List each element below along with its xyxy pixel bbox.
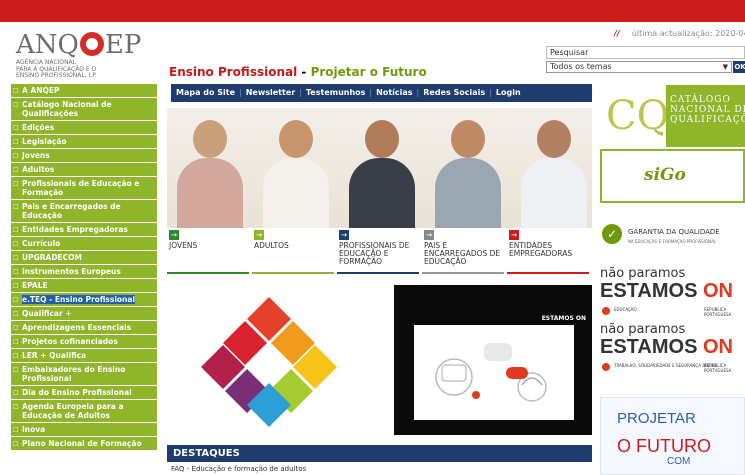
sidebar-item[interactable]: Instrumentos Europeus <box>11 265 157 279</box>
logo-wordmark: ANQ EP <box>16 30 142 60</box>
category-label: JOVENS <box>169 241 198 250</box>
checkmark-icon: ✓ <box>602 224 622 244</box>
destaque-item-faq[interactable]: FAQ - Educação e formação de adultos <box>171 465 306 473</box>
garantia-qualidade-banner[interactable]: ✓ GARANTIA DA QUALIDADE NA EDUCAÇÃO E FO… <box>600 222 745 250</box>
category-label: PAIS E ENCARREGADOS DE EDUCAÇÃO <box>424 241 501 266</box>
audience-categories: → JOVENS → ADULTOS → PROFISSIONAIS DE EDUCAÇÃ… <box>167 230 592 274</box>
sidebar-item[interactable]: Embaixadores do Ensino Profissional <box>11 363 157 386</box>
category-underline <box>252 272 334 274</box>
logo-subtitle: AGÊNCIA NACIONAL PARA A QUALIFICAÇÃO E O… <box>16 59 97 79</box>
sidebar-item[interactable]: Qualificar + <box>11 307 157 321</box>
cq-green-box: CATÁLOGO NACIONAL DE QUALIFICAÇÕES <box>666 85 745 147</box>
category-link[interactable]: → ADULTOS <box>252 230 334 274</box>
diamond-logo-icon <box>201 297 337 427</box>
photo-profissionais[interactable] <box>339 108 425 228</box>
anqep-diamond-graphic[interactable] <box>171 285 373 430</box>
category-link[interactable]: → ENTIDADES EMPREGADORAS <box>507 230 589 274</box>
search-input[interactable]: Pesquisar <box>546 46 745 59</box>
anqep-logo[interactable]: ANQ EP AGÊNCIA NACIONAL PARA A QUALIFICAÇ… <box>16 30 156 80</box>
arrow-right-icon: → <box>424 230 434 240</box>
category-label: ENTIDADES EMPREGADORAS <box>509 241 573 258</box>
nav-link[interactable]: Login <box>496 88 521 97</box>
update-slash-icon: // <box>614 29 620 38</box>
sidebar-item[interactable]: Legislação <box>11 135 157 149</box>
category-link[interactable]: → JOVENS <box>167 230 249 274</box>
photo-entidades[interactable] <box>511 108 592 228</box>
people-photo-strip <box>167 108 592 228</box>
arrow-right-icon: → <box>509 230 519 240</box>
destaques-header: DESTAQUES <box>167 445 592 462</box>
photo-pais[interactable] <box>425 108 511 228</box>
nav-separator: | <box>299 88 302 97</box>
sidebar-item[interactable]: Dia do Ensino Profissional <box>11 386 157 400</box>
video-illustration <box>414 325 574 420</box>
search-go-button[interactable]: OK <box>733 61 745 73</box>
sidebar-item[interactable]: Currículo <box>11 237 157 251</box>
arrow-right-icon: → <box>169 230 179 240</box>
sidebar-item[interactable]: Pais e Encarregados de Educação <box>11 200 157 223</box>
catalogo-banner[interactable]: CQ CATÁLOGO NACIONAL DE QUALIFICAÇÕES <box>600 85 745 147</box>
sidebar-item[interactable]: A ANQEP <box>11 84 157 98</box>
estamos-on-banner-trabalho[interactable]: não paramos ESTAMOS ON TRABALHO, SOLIDAR… <box>600 322 745 380</box>
top-red-bar <box>0 0 745 22</box>
sidebar-item[interactable]: Edições <box>11 121 157 135</box>
nav-link[interactable]: Notícias <box>376 88 412 97</box>
topic-select[interactable]: Todos os temas ▼ <box>546 61 732 73</box>
chat-illustration-icon <box>435 343 547 402</box>
sidebar-item[interactable]: Agenda Europeia para a Educação de Adult… <box>11 400 157 423</box>
sidebar-item[interactable]: Projetos cofinanciados <box>11 335 157 349</box>
category-underline <box>337 272 419 274</box>
photo-jovens[interactable] <box>167 108 253 228</box>
category-link[interactable]: → PROFISSIONAIS DE EDUCAÇÃO E FORMAÇÃO <box>337 230 419 274</box>
nav-separator: | <box>369 88 373 97</box>
arrow-right-icon: → <box>254 230 264 240</box>
top-navigation: Mapa do Site | Newsletter | Testemunhos | Notí… <box>171 84 592 102</box>
power-icon <box>602 307 610 315</box>
sidebar-item[interactable]: Adultos <box>11 163 157 177</box>
sidebar-item[interactable]: Inova <box>11 423 157 437</box>
sidebar-item[interactable]: Plano Nacional de Formação <box>11 437 157 451</box>
projetar-futuro-banner[interactable]: PROJETAR O FUTURO COM <box>600 397 745 475</box>
sidebar-menu: A ANQEPCatálogo Nacional de Qualificaçõe… <box>11 84 157 451</box>
nav-separator: | <box>489 88 492 97</box>
power-icon <box>602 363 610 371</box>
nav-link[interactable]: Mapa do Site <box>176 88 235 97</box>
cq-logo-mark: CQ <box>606 93 670 139</box>
nav-separator: | <box>416 88 420 97</box>
sidebar-item[interactable]: e.TEQ - Ensino Profissional <box>11 293 157 307</box>
category-label: ADULTOS <box>254 241 289 250</box>
nav-link[interactable]: Testemunhos <box>306 88 366 97</box>
nav-separator: | <box>239 88 242 97</box>
estamos-on-video[interactable]: ESTAMOS ON <box>394 285 592 435</box>
estamos-on-mini-logo: ESTAMOS ON <box>541 315 586 322</box>
estamos-on-banner-educacao[interactable]: não paramos ESTAMOS ON EDUCAÇÃO REPÚBLIC… <box>600 266 745 324</box>
category-underline <box>422 272 504 274</box>
category-link[interactable]: → PAIS E ENCARREGADOS DE EDUCAÇÃO <box>422 230 504 274</box>
sidebar-item[interactable]: Aprendizagens Essenciais <box>11 321 157 335</box>
sidebar-item[interactable]: Catálogo Nacional de Qualificações <box>11 98 157 121</box>
nav-link[interactable]: Newsletter <box>246 88 295 97</box>
sidebar-item[interactable]: Jovens <box>11 149 157 163</box>
sigo-banner[interactable]: siGo <box>600 149 745 203</box>
sidebar-item[interactable]: UPGRADECOM <box>11 251 157 265</box>
category-underline <box>507 272 589 274</box>
sidebar-item[interactable]: EPALE <box>11 279 157 293</box>
sidebar-item[interactable]: LER + Qualifica <box>11 349 157 363</box>
logo-q-mark <box>79 32 104 56</box>
nav-link[interactable]: Redes Sociais <box>423 88 485 97</box>
photo-adultos[interactable] <box>253 108 339 228</box>
arrow-right-icon: → <box>339 230 349 240</box>
category-label: PROFISSIONAIS DE EDUCAÇÃO E FORMAÇÃO <box>339 241 410 266</box>
site-tagline: Ensino Profissional - Projetar o Futuro <box>169 65 427 79</box>
category-underline <box>167 272 249 274</box>
chevron-down-icon: ▼ <box>722 63 728 71</box>
sidebar-item[interactable]: Entidades Empregadoras <box>11 223 157 237</box>
sidebar-item[interactable]: Profissionais de Educação e Formação <box>11 177 157 200</box>
last-update: //última actualização: 2020-04-17 <box>614 29 745 38</box>
